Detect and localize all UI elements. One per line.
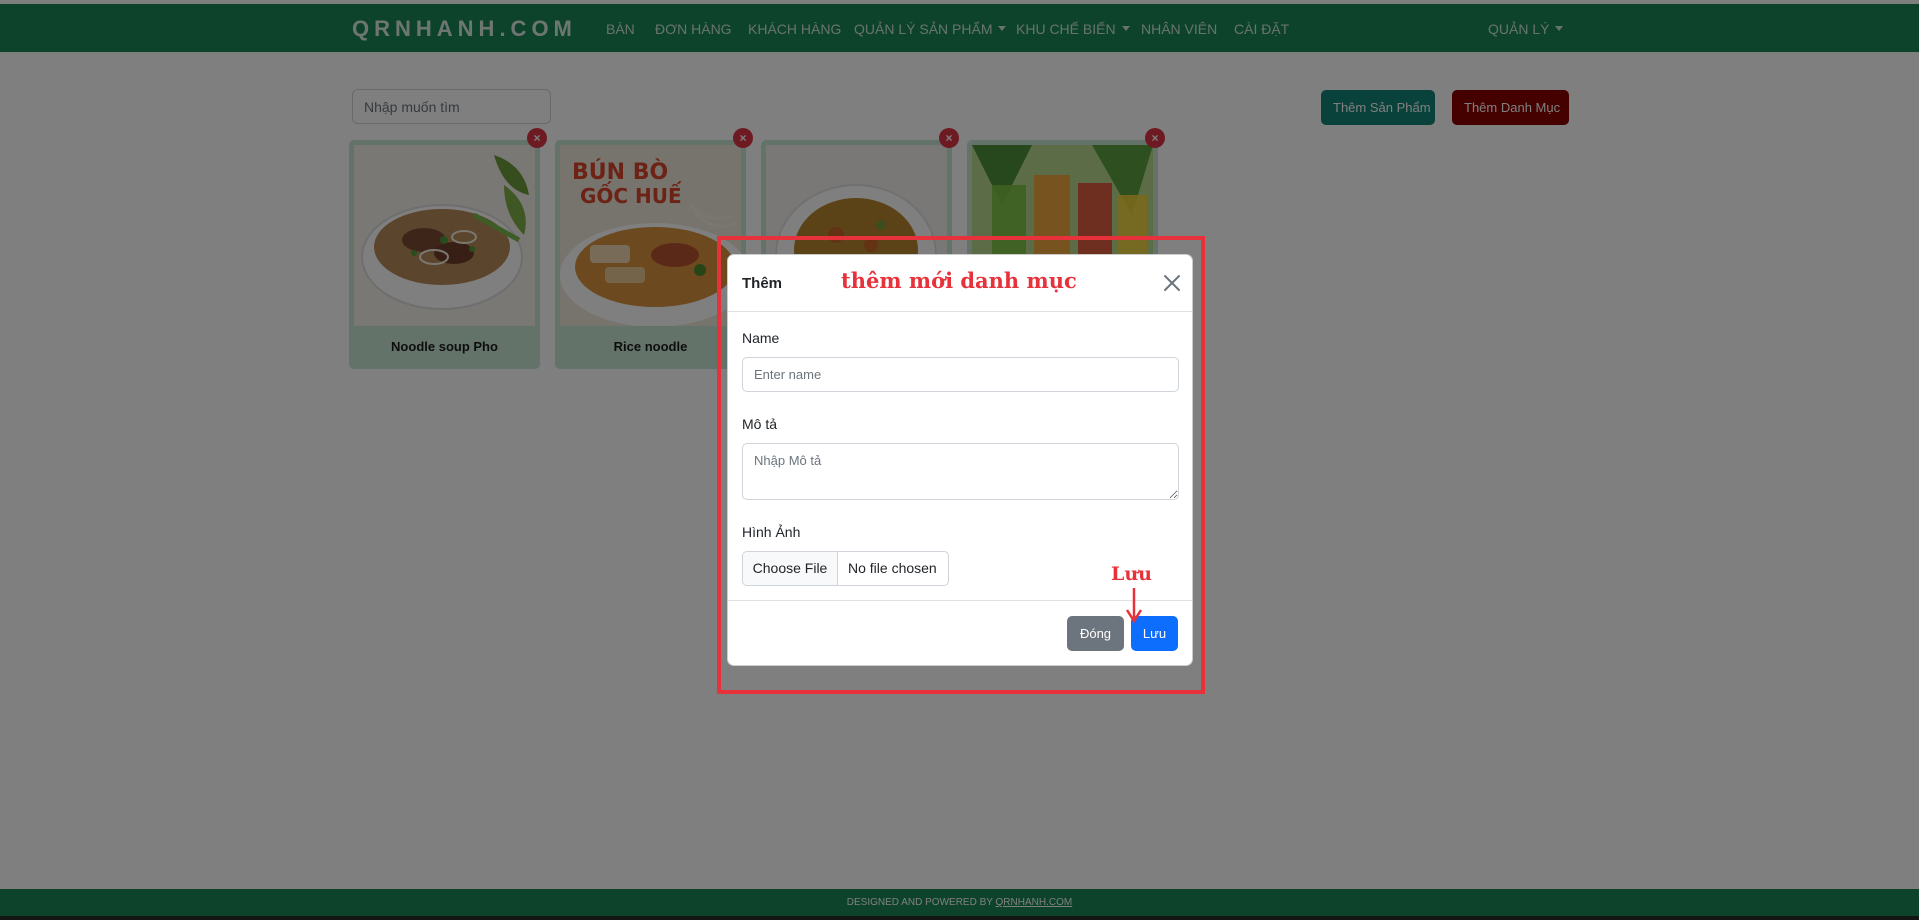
arrow-down-icon [1125,588,1143,624]
annotation-title: thêm mới danh mục [841,268,1077,293]
annotation-box [717,236,1205,694]
annotation-save-label: Lưu [1111,563,1152,585]
